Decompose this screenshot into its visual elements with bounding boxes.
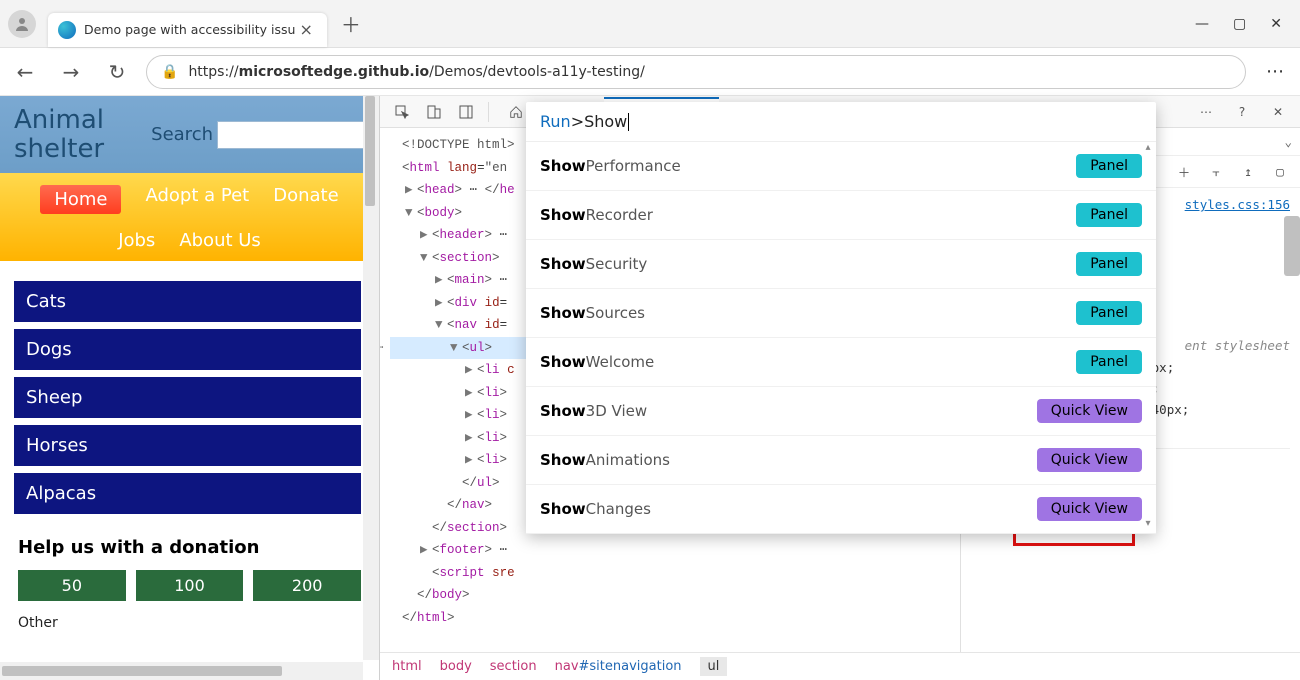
donate-100[interactable]: 100 — [136, 570, 244, 601]
command-query: Show — [584, 112, 627, 131]
website-viewport: Animalshelter Search Home Adopt a Pet Do… — [0, 96, 380, 680]
scrollbar-vertical[interactable] — [363, 96, 379, 660]
url-path: /Demos/devtools-a11y-testing/ — [429, 64, 645, 80]
lock-icon: 🔒 — [161, 64, 178, 80]
crumb-nav[interactable]: nav#sitenavigation — [555, 659, 682, 674]
donation-section: Help us with a donation 50 100 200 — [0, 527, 379, 611]
nav-jobs[interactable]: Jobs — [118, 230, 155, 251]
dom-tree-line[interactable]: ▶<footer> ⋯ — [390, 539, 920, 562]
sidebar-item-horses[interactable]: Horses — [14, 425, 361, 466]
command-badge: Panel — [1076, 252, 1142, 276]
computed-icon[interactable]: ▢ — [1268, 164, 1292, 179]
devtools-close-button[interactable]: ✕ — [1264, 99, 1292, 125]
crumb-section[interactable]: section — [490, 659, 537, 674]
text-cursor — [628, 113, 629, 131]
dom-tree-line[interactable]: </body> — [390, 584, 920, 607]
user-agent-label: ent stylesheet — [1185, 338, 1290, 353]
search-label: Search — [151, 124, 213, 145]
nav-about[interactable]: About Us — [179, 230, 261, 251]
command-item[interactable]: Show ChangesQuick View — [526, 485, 1156, 534]
browser-tab-strip: Demo page with accessibility issu × ＋ — … — [0, 0, 1300, 48]
styles-chevron-icon[interactable]: ⌄ — [1284, 134, 1292, 149]
command-item[interactable]: Show SourcesPanel — [526, 289, 1156, 338]
window-controls: — ▢ ✕ — [1195, 16, 1292, 32]
toggle-classes-icon[interactable]: ⫟ — [1204, 164, 1228, 180]
command-badge: Panel — [1076, 301, 1142, 325]
refresh-button[interactable]: ↻ — [100, 55, 134, 89]
dom-breadcrumb[interactable]: html body section nav#sitenavigation ul — [380, 652, 1300, 680]
nav-donate[interactable]: Donate — [273, 185, 338, 214]
minimize-button[interactable]: — — [1195, 16, 1209, 32]
back-button[interactable]: ← — [8, 55, 42, 89]
command-item[interactable]: Show PerformancePanel — [526, 142, 1156, 191]
command-prefix: Run — [540, 112, 571, 131]
donation-other-label: Other — [0, 611, 379, 631]
donation-heading: Help us with a donation — [18, 537, 361, 558]
donate-50[interactable]: 50 — [18, 570, 126, 601]
donate-200[interactable]: 200 — [253, 570, 361, 601]
scrollbar-horizontal[interactable] — [0, 662, 363, 680]
dock-icon[interactable] — [452, 99, 480, 125]
styles-scrollbar[interactable] — [1284, 216, 1300, 276]
command-badge: Panel — [1076, 154, 1142, 178]
command-item[interactable]: Show AnimationsQuick View — [526, 436, 1156, 485]
command-results: Show PerformancePanelShow RecorderPanelS… — [526, 142, 1156, 534]
stylesheet-link[interactable]: styles.css:156 — [1185, 194, 1290, 215]
command-badge: Panel — [1076, 350, 1142, 374]
crumb-ul[interactable]: ul — [700, 657, 728, 676]
scroll-up-icon[interactable]: ▴ — [1142, 142, 1154, 154]
command-item[interactable]: Show 3D ViewQuick View — [526, 387, 1156, 436]
close-window-button[interactable]: ✕ — [1270, 16, 1282, 32]
sidebar-item-cats[interactable]: Cats — [14, 281, 361, 322]
edge-icon — [58, 21, 76, 39]
tab-close-button[interactable]: × — [295, 20, 316, 39]
search-input[interactable] — [217, 121, 365, 149]
command-input[interactable]: Run >Show — [526, 102, 1156, 142]
inspect-icon[interactable] — [388, 99, 416, 125]
command-badge: Panel — [1076, 203, 1142, 227]
side-nav: Cats Dogs Sheep Horses Alpacas — [0, 261, 379, 527]
help-icon[interactable]: ? — [1228, 99, 1256, 125]
address-bar-row: ← → ↻ 🔒 https://microsoftedge.github.io/… — [0, 48, 1300, 96]
address-bar[interactable]: 🔒 https://microsoftedge.github.io/Demos/… — [146, 55, 1246, 89]
profile-icon[interactable] — [8, 10, 36, 38]
scroll-down-icon[interactable]: ▾ — [1142, 518, 1154, 530]
browser-menu-button[interactable]: ⋯ — [1258, 61, 1292, 82]
sidebar-item-sheep[interactable]: Sheep — [14, 377, 361, 418]
command-item[interactable]: Show SecurityPanel — [526, 240, 1156, 289]
command-item[interactable]: Show RecorderPanel — [526, 191, 1156, 240]
nav-home[interactable]: Home — [40, 185, 121, 214]
dom-tree-line[interactable]: </html> — [390, 607, 920, 630]
tab-title: Demo page with accessibility issu — [84, 22, 295, 37]
devtools-menu-button[interactable]: ⋯ — [1192, 99, 1220, 125]
command-item[interactable]: Show WelcomePanel — [526, 338, 1156, 387]
maximize-button[interactable]: ▢ — [1233, 16, 1246, 32]
site-header: Animalshelter Search — [0, 96, 379, 173]
command-badge: Quick View — [1037, 497, 1142, 521]
dom-tree-line[interactable]: <script sre — [390, 562, 920, 585]
command-badge: Quick View — [1037, 399, 1142, 423]
sidebar-item-dogs[interactable]: Dogs — [14, 329, 361, 370]
sidebar-item-alpacas[interactable]: Alpacas — [14, 473, 361, 514]
command-palette: Run >Show Show PerformancePanelShow Reco… — [526, 102, 1156, 534]
device-icon[interactable] — [420, 99, 448, 125]
nav-adopt[interactable]: Adopt a Pet — [145, 185, 249, 214]
crumb-body[interactable]: body — [440, 659, 472, 674]
browser-tab[interactable]: Demo page with accessibility issu × — [48, 13, 327, 47]
url-host: microsoftedge.github.io — [239, 64, 430, 80]
crumb-html[interactable]: html — [392, 659, 422, 674]
site-title: Animalshelter — [14, 106, 104, 163]
forward-button[interactable]: → — [54, 55, 88, 89]
site-nav: Home Adopt a Pet Donate Jobs About Us — [0, 173, 379, 261]
command-badge: Quick View — [1037, 448, 1142, 472]
new-tab-button[interactable]: ＋ — [341, 9, 361, 38]
new-style-icon[interactable]: ＋ — [1172, 162, 1196, 181]
toggle-state-icon[interactable]: ↥ — [1236, 164, 1260, 179]
